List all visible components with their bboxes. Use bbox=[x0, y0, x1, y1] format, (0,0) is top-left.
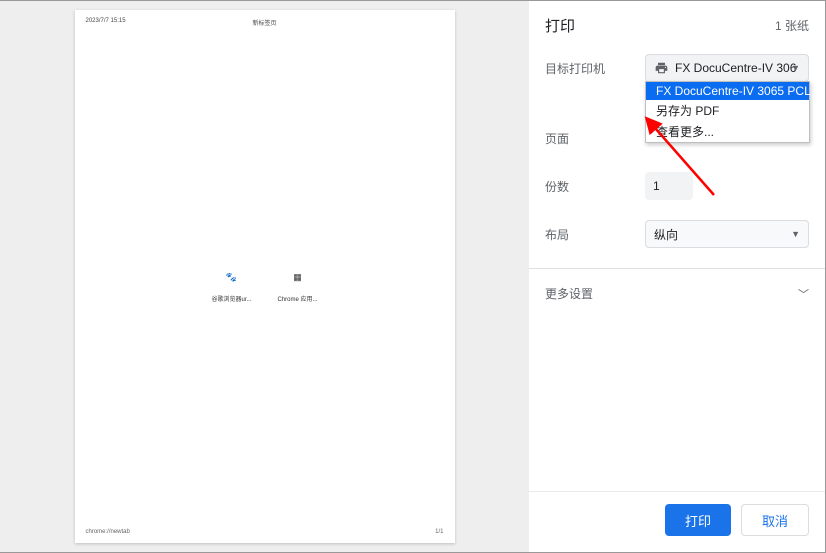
destination-option[interactable]: FX DocuCentre-IV 3065 PCL 6 bbox=[646, 82, 809, 100]
preview-page-number: 1/1 bbox=[435, 529, 443, 535]
print-title: 打印 bbox=[545, 15, 575, 36]
dialog-footer: 打印 取消 bbox=[529, 491, 825, 552]
layout-label: 布局 bbox=[545, 226, 645, 243]
preview-thumb-label: Chrome 应用... bbox=[277, 294, 317, 303]
chevron-down-icon: ﹀ bbox=[798, 286, 809, 302]
preview-datetime: 2023/7/7 15:15 bbox=[86, 18, 126, 24]
cancel-button[interactable]: 取消 bbox=[741, 504, 809, 536]
destination-option-see-more[interactable]: 查看更多... bbox=[646, 121, 809, 142]
destination-select[interactable]: FX DocuCentre-IV 306 ▼ bbox=[645, 54, 809, 82]
preview-page-title: 新标签页 bbox=[252, 18, 276, 27]
pages-label: 页面 bbox=[545, 130, 645, 147]
destination-value: FX DocuCentre-IV 306 bbox=[675, 61, 796, 75]
layout-select[interactable]: 纵向 ▼ bbox=[645, 220, 809, 248]
preview-footer-url: chrome://newtab bbox=[86, 529, 130, 535]
chevron-down-icon: ▼ bbox=[791, 229, 800, 239]
destination-label: 目标打印机 bbox=[545, 60, 645, 77]
print-preview-panel: 2023/7/7 15:15 新标签页 🐾 谷歌浏览器ur... ▦ Chrom… bbox=[0, 1, 529, 552]
sheet-count: 1 张纸 bbox=[775, 17, 809, 34]
paw-icon: 🐾 bbox=[225, 270, 239, 284]
apps-icon: ▦ bbox=[291, 270, 305, 284]
copies-input[interactable] bbox=[645, 172, 693, 200]
printer-icon bbox=[654, 61, 669, 75]
more-settings-toggle[interactable]: 更多设置 ﹀ bbox=[545, 269, 809, 318]
destination-dropdown: FX DocuCentre-IV 3065 PCL 6 另存为 PDF 查看更多… bbox=[645, 81, 810, 143]
preview-thumb: 🐾 谷歌浏览器ur... bbox=[208, 270, 256, 303]
more-settings-label: 更多设置 bbox=[545, 285, 593, 302]
preview-thumb-label: 谷歌浏览器ur... bbox=[211, 294, 251, 303]
destination-option-save-pdf[interactable]: 另存为 PDF bbox=[646, 100, 809, 121]
preview-page: 2023/7/7 15:15 新标签页 🐾 谷歌浏览器ur... ▦ Chrom… bbox=[75, 10, 455, 543]
layout-value: 纵向 bbox=[654, 226, 678, 243]
print-button[interactable]: 打印 bbox=[665, 504, 731, 536]
copies-label: 份数 bbox=[545, 178, 645, 195]
chevron-down-icon: ▼ bbox=[791, 63, 800, 73]
print-settings-panel: 打印 1 张纸 目标打印机 FX DocuCentre-IV 306 ▼ FX … bbox=[529, 1, 825, 552]
preview-thumb: ▦ Chrome 应用... bbox=[274, 270, 322, 303]
